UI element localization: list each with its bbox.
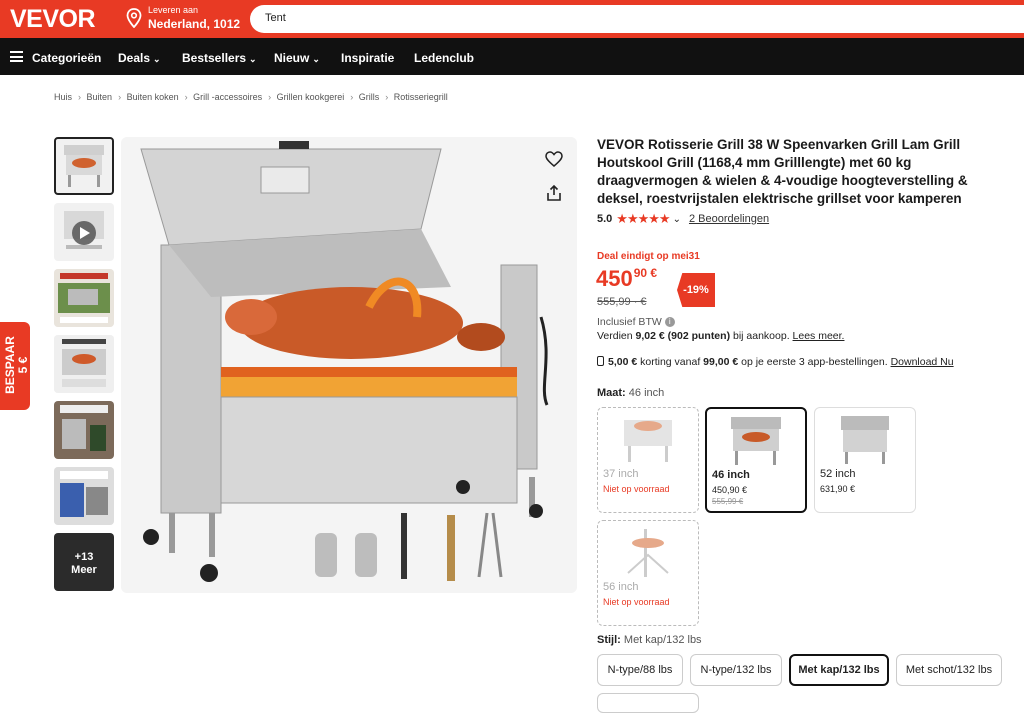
menu-icon[interactable] (10, 51, 23, 62)
breadcrumb-item[interactable]: Grill -accessoires (193, 92, 262, 102)
original-price: 555,99 · € (597, 296, 647, 308)
current-price: 45090 € (596, 266, 658, 291)
app-discount-info: 5,00 € korting vanaf 99,00 € op je eerst… (597, 356, 954, 368)
points-info: Verdien 9,02 € (902 punten) bij aankoop.… (597, 330, 845, 342)
size-option-52[interactable]: 52 inch 631,90 € (814, 407, 916, 513)
rating-stars: ★★★★★ (616, 211, 670, 226)
discount-badge: -19% (677, 273, 715, 307)
promo-side-tab-text[interactable]: BESPAAR 5 € (3, 326, 30, 404)
product-title: VEVOR Rotisserie Grill 38 W Speenvarken … (597, 137, 968, 206)
info-icon[interactable]: i (664, 317, 675, 328)
deliver-to-label: Leveren aan (148, 5, 199, 15)
thumbnail-6[interactable] (54, 467, 114, 525)
breadcrumb-item[interactable]: Buiten koken (127, 92, 179, 102)
nav-inspiration[interactable]: Inspiratie (341, 51, 394, 65)
location-pin-icon[interactable] (126, 8, 142, 28)
download-now-link[interactable]: Download Nu (891, 356, 954, 368)
style-option-partial[interactable] (597, 693, 699, 713)
thumbnail-video[interactable] (54, 203, 114, 261)
search-query[interactable]: Tent (265, 12, 286, 24)
thumbnail-3[interactable] (54, 269, 114, 327)
breadcrumb-item[interactable]: Huis (54, 92, 72, 102)
style-option-ntype-88[interactable]: N-type/88 lbs (597, 654, 683, 686)
nav-bestsellers[interactable]: Bestsellers ⌄ (182, 51, 257, 65)
style-option-kap-132[interactable]: Met kap/132 lbs (789, 654, 889, 686)
style-option-schot-132[interactable]: Met schot/132 lbs (896, 654, 1002, 686)
deal-end-text: Deal eindigt op mei31 (597, 251, 700, 262)
size-option-37[interactable]: 37 inch Niet op voorraad (597, 407, 699, 513)
thumbnail-more-button[interactable]: +13 Meer (54, 533, 114, 591)
style-label: Stijl: Met kap/132 lbs (597, 634, 702, 646)
share-icon[interactable] (544, 183, 564, 203)
size-label: Maat: 46 inch (597, 387, 665, 399)
thumbnail-1[interactable] (54, 137, 114, 195)
breadcrumb-item[interactable]: Grills (359, 92, 380, 102)
favorite-heart-icon[interactable] (544, 149, 564, 169)
size-thumbnail (841, 416, 889, 464)
reviews-link[interactable]: 2 Beoordelingen (689, 213, 769, 225)
size-thumbnail (624, 420, 672, 462)
product-main-image[interactable] (121, 137, 577, 593)
search-input[interactable] (250, 5, 1024, 33)
chevron-down-icon: ⌄ (312, 54, 320, 64)
chevron-down-icon: ⌄ (153, 54, 161, 64)
phone-icon (597, 356, 604, 366)
more-count: +13 (74, 551, 94, 563)
thumbnail-4[interactable] (54, 335, 114, 393)
vevor-logo[interactable]: VEVOR (10, 5, 96, 34)
breadcrumb-item[interactable]: Rotisseriegrill (394, 92, 448, 102)
style-option-ntype-132[interactable]: N-type/132 lbs (690, 654, 782, 686)
more-label: Meer (71, 564, 97, 576)
nav-membership[interactable]: Ledenclub (414, 51, 474, 65)
breadcrumb-item[interactable]: Buiten (87, 92, 113, 102)
chevron-down-icon[interactable]: ⌄ (673, 214, 681, 225)
breadcrumb-item[interactable]: Grillen kookgerei (277, 92, 345, 102)
breadcrumb: Huis › Buiten › Buiten koken › Grill -acces… (54, 92, 448, 102)
nav-new[interactable]: Nieuw ⌄ (274, 51, 320, 65)
tax-info: Inclusief BTW i (597, 316, 675, 328)
rating-row: 5.0 ★★★★★ ⌄ 2 Beoordelingen (597, 211, 769, 227)
thumbnail-5[interactable] (54, 401, 114, 459)
deliver-to-location[interactable]: Nederland, 1012 (148, 17, 240, 31)
chevron-down-icon: ⌄ (249, 54, 257, 64)
nav-deals[interactable]: Deals ⌄ (118, 51, 161, 65)
rating-value: 5.0 (597, 213, 613, 225)
size-thumbnail (731, 417, 781, 465)
size-option-46[interactable]: 46 inch 450,90 € 555,99 € (705, 407, 807, 513)
size-thumbnail (627, 529, 669, 577)
nav-categories[interactable]: Categorieën (32, 51, 101, 65)
size-option-56[interactable]: 56 inch Niet op voorraad (597, 520, 699, 626)
read-more-link[interactable]: Lees meer. (793, 330, 845, 342)
